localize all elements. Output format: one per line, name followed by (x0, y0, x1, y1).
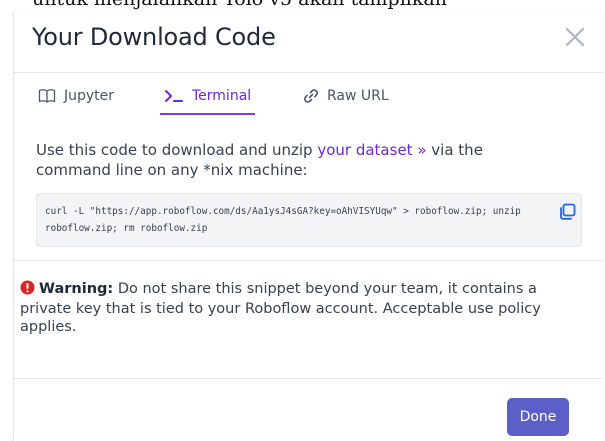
tab-terminal[interactable]: Terminal (159, 88, 256, 118)
warning-message: Warning: Do not share this snippet beyon… (20, 280, 590, 336)
warning-icon (20, 280, 35, 300)
download-description: Use this code to download and unzip your… (36, 140, 556, 180)
close-icon (565, 27, 585, 47)
modal-header: Your Download Code (14, 10, 603, 73)
modal-title: Your Download Code (32, 23, 276, 51)
description-prefix: Use this code to download and unzip (36, 141, 318, 159)
copy-button[interactable] (558, 203, 576, 221)
tab-raw-url[interactable]: Raw URL (303, 88, 389, 118)
background-text: untuk menjalankan Yolo v5 akan tampilkan (32, 0, 447, 10)
link-icon (303, 88, 319, 104)
divider (14, 260, 603, 261)
close-button[interactable] (562, 24, 588, 50)
dataset-link-label: your dataset (317, 141, 413, 159)
divider (14, 378, 603, 379)
download-code-modal: Your Download Code Jupyter Terminal Raw … (13, 10, 603, 441)
tab-raw-url-label: Raw URL (327, 88, 389, 104)
warning-label: Warning: (39, 281, 114, 297)
code-snippet-box: curl -L "https://app.roboflow.com/ds/Aa1… (36, 193, 582, 247)
terminal-icon (164, 88, 184, 104)
tab-terminal-label: Terminal (192, 88, 252, 104)
code-snippet[interactable]: curl -L "https://app.roboflow.com/ds/Aa1… (45, 203, 550, 237)
tab-bar: Jupyter Terminal Raw URL (14, 88, 603, 118)
tab-jupyter-label: Jupyter (64, 88, 115, 104)
dataset-link-arrow: » (417, 141, 427, 159)
done-button[interactable]: Done (507, 398, 569, 436)
page: untuk menjalankan Yolo v5 akan tampilkan… (0, 0, 605, 441)
tab-jupyter[interactable]: Jupyter (38, 88, 114, 118)
book-icon (38, 88, 56, 104)
dataset-link[interactable]: your dataset » (317, 141, 426, 159)
copy-icon (560, 203, 576, 220)
